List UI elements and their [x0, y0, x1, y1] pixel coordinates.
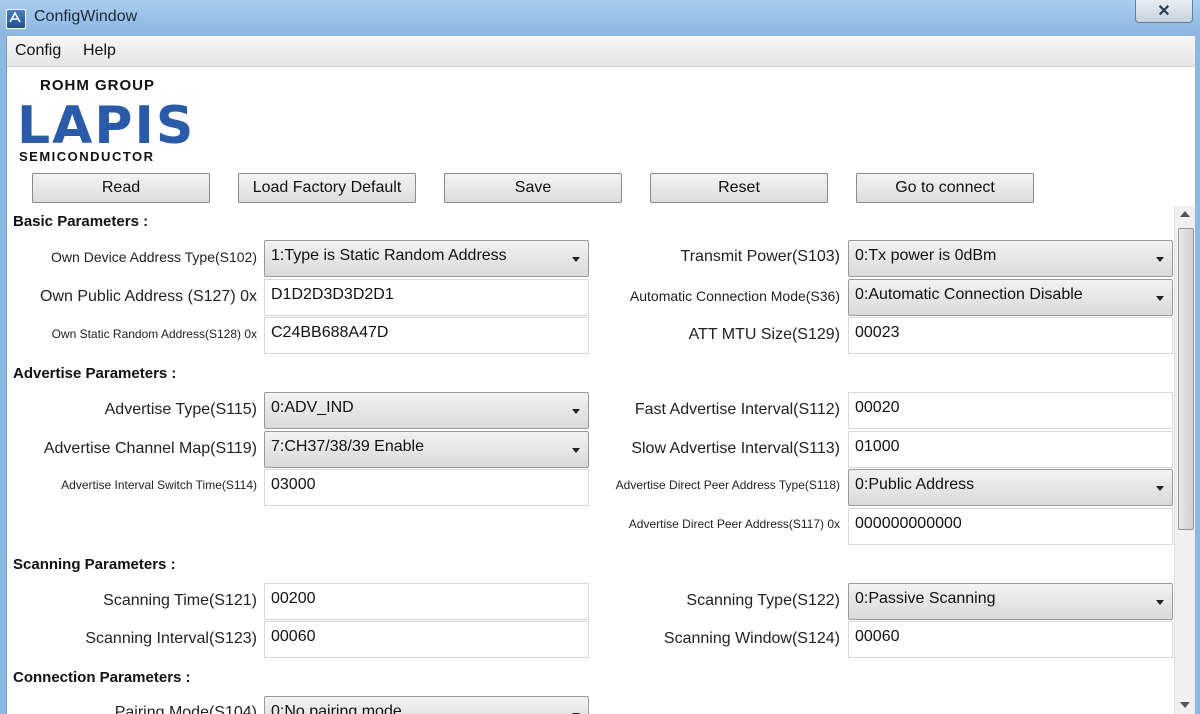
- reset-button[interactable]: Reset: [650, 173, 828, 203]
- combo-automatic-connection-mode[interactable]: 0:Automatic Connection Disable: [848, 279, 1173, 316]
- label-automatic-connection-mode: Automatic Connection Mode(S36): [629, 288, 840, 304]
- chevron-down-icon: [572, 257, 580, 262]
- section-connection-parameters: Connection Parameters :: [13, 669, 191, 686]
- label-own-device-address-type: Own Device Address Type(S102): [51, 249, 257, 265]
- app-icon: [6, 9, 26, 29]
- chevron-down-icon: [572, 448, 580, 453]
- combo-advertise-direct-peer-address-type[interactable]: 0:Public Address: [848, 469, 1173, 506]
- chevron-down-icon: [1156, 257, 1164, 262]
- label-pairing-mode: Pairing Mode(S104): [114, 704, 257, 714]
- field-scanning-time[interactable]: 00200: [264, 583, 589, 620]
- client-area: Config Help ROHM GROUP LAPIS SEMICONDUCT…: [6, 36, 1195, 714]
- menu-help[interactable]: Help: [83, 42, 116, 60]
- combo-advertise-channel-map[interactable]: 7:CH37/38/39 Enable: [264, 431, 589, 468]
- vertical-scrollbar[interactable]: [1174, 206, 1195, 714]
- label-advertise-channel-map: Advertise Channel Map(S119): [43, 440, 257, 457]
- scroll-up-icon[interactable]: [1180, 211, 1190, 217]
- section-advertise-parameters: Advertise Parameters :: [13, 365, 177, 382]
- section-basic-parameters: Basic Parameters :: [13, 213, 149, 230]
- field-own-static-random-address[interactable]: C24BB688A47D: [264, 317, 589, 354]
- label-slow-advertise-interval: Slow Advertise Interval(S113): [631, 440, 840, 457]
- go-to-connect-button[interactable]: Go to connect: [856, 173, 1034, 203]
- close-icon: ✕: [1157, 3, 1171, 20]
- label-scanning-window: Scanning Window(S124): [663, 630, 840, 647]
- parameters-panel: Basic Parameters : Own Device Address Ty…: [7, 206, 1195, 714]
- config-window: ConfigWindow ✕ Config Help ROHM GROUP LA…: [0, 0, 1200, 714]
- combo-transmit-power[interactable]: 0:Tx power is 0dBm: [848, 240, 1173, 277]
- logo-rohm-group: ROHM GROUP: [40, 77, 155, 94]
- logo-semiconductor: SEMICONDUCTOR: [19, 149, 155, 164]
- label-fast-advertise-interval: Fast Advertise Interval(S112): [634, 401, 840, 418]
- chevron-down-icon: [1156, 486, 1164, 491]
- label-scanning-interval: Scanning Interval(S123): [85, 630, 257, 647]
- field-advertise-direct-peer-address[interactable]: 000000000000: [848, 508, 1173, 545]
- chevron-down-icon: [572, 409, 580, 414]
- field-own-public-address[interactable]: D1D2D3D3D2D1: [264, 279, 589, 316]
- field-fast-advertise-interval[interactable]: 00020: [848, 392, 1173, 429]
- label-advertise-direct-peer-address: Advertise Direct Peer Address(S117) 0x: [628, 517, 840, 531]
- field-att-mtu-size[interactable]: 00023: [848, 317, 1173, 354]
- label-own-static-random-address: Own Static Random Address(S128) 0x: [51, 327, 257, 341]
- close-button[interactable]: ✕: [1135, 0, 1193, 23]
- chevron-down-icon: [1156, 296, 1164, 301]
- field-slow-advertise-interval[interactable]: 01000: [848, 431, 1173, 468]
- combo-scanning-type[interactable]: 0:Passive Scanning: [848, 583, 1173, 620]
- label-scanning-type: Scanning Type(S122): [686, 592, 840, 609]
- field-advertise-interval-switch-time[interactable]: 03000: [264, 469, 589, 506]
- label-advertise-interval-switch-time: Advertise Interval Switch Time(S114): [61, 478, 257, 492]
- window-title: ConfigWindow: [34, 8, 138, 25]
- section-scanning-parameters: Scanning Parameters :: [13, 556, 176, 573]
- save-button[interactable]: Save: [444, 173, 622, 203]
- read-button[interactable]: Read: [32, 173, 210, 203]
- label-own-public-address: Own Public Address (S127) 0x: [40, 288, 257, 305]
- label-advertise-type: Advertise Type(S115): [104, 401, 257, 418]
- combo-advertise-type[interactable]: 0:ADV_IND: [264, 392, 589, 429]
- label-att-mtu-size: ATT MTU Size(S129): [688, 326, 840, 343]
- scroll-down-icon[interactable]: [1180, 702, 1190, 708]
- scrollbar-thumb[interactable]: [1178, 228, 1194, 530]
- combo-pairing-mode[interactable]: 0:No pairing mode: [264, 696, 589, 714]
- title-bar[interactable]: ConfigWindow ✕: [0, 0, 1200, 36]
- chevron-down-icon: [1156, 600, 1164, 605]
- label-advertise-direct-peer-address-type: Advertise Direct Peer Address Type(S118): [615, 478, 840, 492]
- menu-config[interactable]: Config: [15, 42, 61, 60]
- combo-own-device-address-type[interactable]: 1:Type is Static Random Address: [264, 240, 589, 277]
- load-factory-default-button[interactable]: Load Factory Default: [238, 173, 416, 203]
- label-scanning-time: Scanning Time(S121): [103, 592, 257, 609]
- menu-bar: Config Help: [7, 36, 1195, 67]
- logo-lapis: LAPIS: [17, 96, 196, 156]
- field-scanning-interval[interactable]: 00060: [264, 621, 589, 658]
- field-scanning-window[interactable]: 00060: [848, 621, 1173, 658]
- label-transmit-power: Transmit Power(S103): [680, 248, 840, 265]
